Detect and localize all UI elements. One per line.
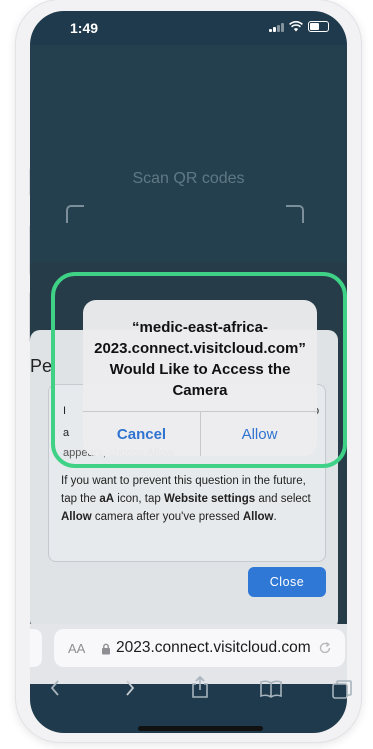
lock-icon	[102, 643, 110, 655]
forward-icon[interactable]	[124, 678, 136, 698]
close-button[interactable]: Close	[248, 567, 326, 597]
share-icon[interactable]	[190, 675, 210, 699]
instruction-part: and select	[255, 493, 311, 505]
previous-tab-peek[interactable]	[30, 629, 42, 667]
instruction-text: If you want to prevent this question in …	[61, 472, 321, 526]
permission-title: Pe	[30, 356, 53, 376]
instruction-part: icon, tap	[114, 493, 164, 505]
status-icons	[269, 21, 329, 32]
instruction-part: .	[273, 511, 277, 523]
battery-icon	[308, 21, 329, 32]
scan-frame-corner-right	[286, 205, 304, 223]
back-icon[interactable]	[49, 678, 61, 698]
reload-icon[interactable]	[318, 641, 332, 655]
signal-icon	[269, 22, 284, 32]
scan-label: Scan QR codes	[132, 170, 245, 187]
address-url: 2023.connect.visitcloud.com	[116, 639, 311, 656]
wifi-icon	[289, 21, 303, 32]
status-time: 1:49	[70, 20, 99, 36]
scan-frame-corner-left	[66, 205, 84, 223]
home-indicator[interactable]	[138, 726, 263, 731]
bookmarks-icon[interactable]	[259, 680, 283, 698]
tabs-icon[interactable]	[331, 679, 353, 701]
instruction-bold: Allow	[61, 511, 92, 523]
text-size-button[interactable]: AA	[68, 641, 85, 656]
instruction-part: camera after you've pressed	[91, 511, 243, 523]
instruction-bold: Allow	[242, 511, 274, 523]
instruction-bold: aA	[99, 493, 115, 505]
instruction-bold: Website settings	[163, 493, 256, 505]
status-bar: 1:49	[30, 11, 347, 45]
highlight-outline	[51, 272, 347, 468]
